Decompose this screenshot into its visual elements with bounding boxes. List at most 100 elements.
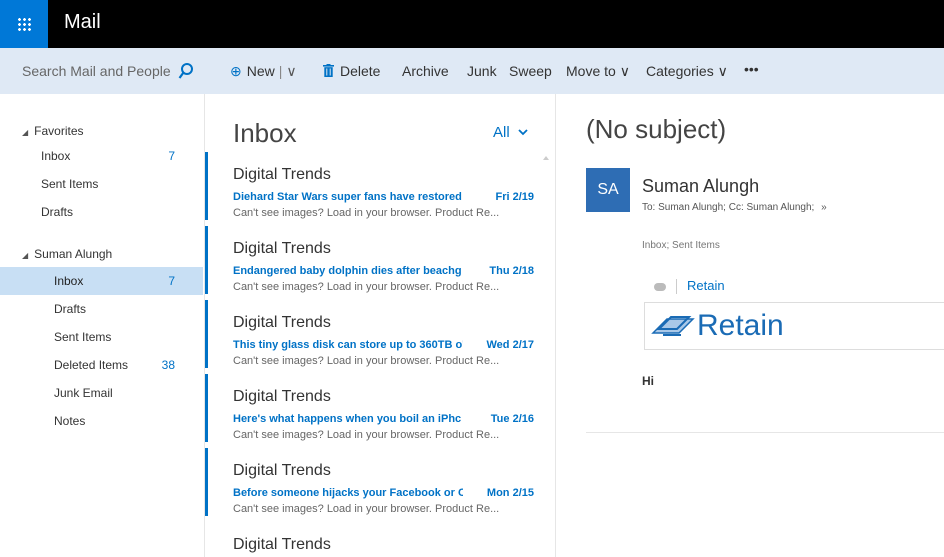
retain-addin-link[interactable]: Retain [687, 278, 725, 293]
folder-item-drafts[interactable]: Drafts [0, 295, 203, 323]
folder-label: Sent Items [54, 330, 112, 344]
cloud-icon [654, 282, 666, 291]
junk-button[interactable]: Junk [467, 63, 497, 79]
message-date: Tue 2/16 [490, 413, 534, 425]
message-sender: Digital Trends [233, 166, 331, 183]
account-header[interactable]: ◢ Suman Alungh [22, 247, 112, 261]
message-date: Thu 2/18 [489, 265, 534, 277]
message-date: Mon 2/15 [486, 487, 534, 499]
message-subject: Endangered baby dolphin dies after beach… [233, 265, 462, 277]
divider [586, 432, 944, 433]
message-item[interactable]: Digital Trends This tiny glass disk can … [233, 314, 538, 386]
message-body: Hi [642, 374, 654, 388]
favorite-item-sent-items[interactable]: Sent Items [0, 170, 203, 198]
message-item[interactable]: Digital Trends Diehard Star Wars super f… [233, 166, 538, 238]
unread-count: 7 [168, 274, 175, 288]
chevron-down-icon[interactable]: ∨ [286, 63, 296, 79]
scroll-up-arrow[interactable] [543, 156, 549, 160]
new-label: New [246, 63, 275, 79]
message-folders: Inbox; Sent Items [642, 240, 720, 251]
retain-logo-text: Retain [697, 309, 784, 342]
folder-label: Junk Email [54, 386, 113, 400]
filter-dropdown[interactable]: All [493, 124, 528, 141]
message-date: Wed 2/17 [486, 339, 535, 351]
message-sender: Digital Trends [233, 314, 331, 331]
search-icon[interactable] [178, 62, 194, 80]
message-subject: This tiny glass disk can store up to 360… [233, 339, 463, 351]
folder-item-deleted-items[interactable]: Deleted Items 38 [0, 351, 203, 379]
unread-indicator [205, 226, 208, 294]
categories-label: Categories [646, 63, 714, 79]
message-item[interactable]: Digital Trends Here's what happens when … [233, 388, 538, 460]
folder-item-junk-email[interactable]: Junk Email [0, 379, 203, 407]
message-preview: Can't see images? Load in your browser. … [233, 503, 500, 515]
folder-label: Notes [54, 414, 86, 428]
favorite-item-drafts[interactable]: Drafts [0, 198, 203, 226]
message-sender: Digital Trends [233, 388, 331, 405]
move-to-label: Move to [566, 63, 616, 79]
message-list: Inbox All Digital Trends Diehard Star Wa… [205, 94, 556, 557]
new-button[interactable]: ⊕ New | ∨ [230, 63, 297, 80]
chevron-down-icon: ∨ [619, 63, 630, 79]
folder-label: Drafts [41, 205, 74, 219]
folder-label: Deleted Items [54, 358, 129, 372]
message-subject-heading: (No subject) [586, 114, 727, 144]
reading-pane: (No subject) SA Suman Alungh To: Suman A… [556, 94, 944, 557]
waffle-icon [17, 17, 31, 31]
folder-item-sent-items[interactable]: Sent Items [0, 323, 203, 351]
collapse-caret-icon: ◢ [22, 128, 29, 137]
message-item[interactable]: Digital Trends Endangered baby dolphin d… [233, 240, 538, 312]
chevron-down-icon: ∨ [717, 63, 728, 79]
divider [676, 279, 677, 295]
unread-count: 7 [168, 149, 175, 163]
message-preview: Can't see images? Load in your browser. … [233, 281, 500, 293]
item-count: 38 [161, 358, 175, 372]
message-preview: Can't see images? Load in your browser. … [233, 429, 500, 441]
command-bar: Search Mail and People ⊕ New | ∨ Delete Arc… [0, 48, 944, 94]
search-input[interactable]: Search Mail and People [22, 63, 171, 79]
folder-item-notes[interactable]: Notes [0, 407, 203, 435]
avatar[interactable]: SA [586, 168, 630, 212]
message-item[interactable]: Digital Trends Before someone hijacks yo… [233, 462, 538, 534]
more-options-button[interactable]: ••• [744, 61, 759, 77]
filter-label: All [493, 124, 510, 141]
categories-button[interactable]: Categories ∨ [646, 63, 728, 80]
message-sender: Digital Trends [233, 536, 331, 553]
sender-name[interactable]: Suman Alungh [642, 176, 759, 197]
unread-indicator [205, 448, 208, 516]
folder-item-inbox[interactable]: Inbox 7 [0, 267, 203, 295]
move-to-button[interactable]: Move to ∨ [566, 63, 630, 80]
message-preview: Can't see images? Load in your browser. … [233, 355, 500, 367]
message-subject: Here's what happens when you boil an iPh… [233, 413, 462, 425]
unread-indicator [205, 374, 208, 442]
favorite-item-inbox[interactable]: Inbox 7 [0, 142, 203, 170]
chevron-down-icon [518, 129, 528, 136]
retain-logo-banner: Retain [644, 302, 944, 350]
folder-label: Inbox [54, 274, 84, 288]
account-label: Suman Alungh [34, 247, 113, 261]
message-subject: Before someone hijacks your Facebook or … [233, 487, 463, 499]
sweep-button[interactable]: Sweep [509, 63, 552, 79]
recipients-text: To: Suman Alungh; Cc: Suman Alungh; [642, 202, 815, 213]
list-title: Inbox [233, 118, 297, 148]
favorites-header[interactable]: ◢ Favorites [22, 124, 84, 138]
search-box[interactable]: Search Mail and People [0, 48, 205, 94]
folder-label: Drafts [54, 302, 87, 316]
divider: | [278, 63, 283, 79]
folder-label: Inbox [41, 149, 71, 163]
folder-label: Sent Items [41, 177, 99, 191]
archive-button[interactable]: Archive [402, 63, 449, 79]
recipients-line: To: Suman Alungh; Cc: Suman Alungh; » [642, 202, 827, 213]
message-item[interactable]: Digital Trends [233, 536, 538, 557]
top-bar: Mail [0, 0, 944, 48]
collapse-caret-icon: ◢ [22, 251, 29, 260]
message-date: Fri 2/19 [495, 191, 534, 203]
unread-indicator [205, 300, 208, 368]
expand-recipients-icon[interactable]: » [821, 202, 827, 213]
delete-button[interactable]: Delete [323, 63, 380, 79]
app-title[interactable]: Mail [64, 11, 101, 34]
message-preview: Can't see images? Load in your browser. … [233, 207, 500, 219]
plus-circle-icon: ⊕ [230, 63, 242, 79]
app-launcher-button[interactable] [0, 0, 48, 48]
message-subject: Diehard Star Wars super fans have restor… [233, 191, 462, 203]
